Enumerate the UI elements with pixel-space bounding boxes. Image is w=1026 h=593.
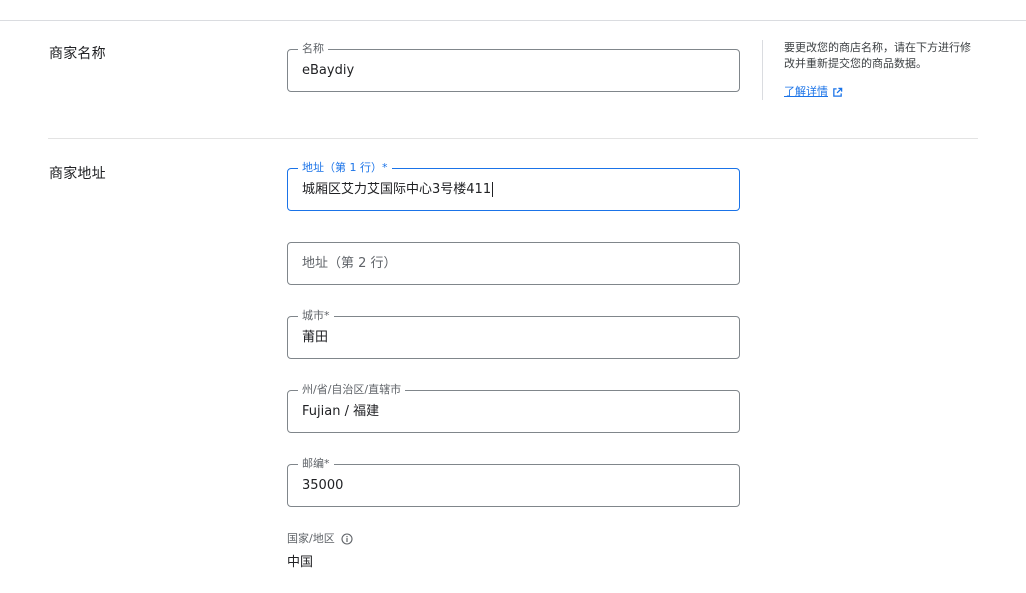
top-divider xyxy=(0,20,1026,21)
learn-more-link[interactable]: 了解详情 xyxy=(784,83,843,99)
city-field[interactable]: 城市* 莆田 xyxy=(287,309,740,359)
info-icon[interactable] xyxy=(341,533,353,545)
business-name-section-title: 商家名称 xyxy=(49,46,106,62)
learn-more-link-label: 了解详情 xyxy=(784,85,828,98)
external-link-icon xyxy=(833,87,843,97)
postal-code-input[interactable]: 35000 xyxy=(302,465,343,506)
address-line2-field[interactable]: 地址（第 2 行） xyxy=(287,242,740,285)
country-label: 国家/地区 xyxy=(287,532,335,545)
business-name-help: 要更改您的商店名称，请在下方进行修改并重新提交您的商品数据。 了解详情 xyxy=(762,40,983,100)
state-field[interactable]: 州/省/自治区/直辖市 Fujian / 福建 xyxy=(287,383,740,433)
business-name-help-text: 要更改您的商店名称，请在下方进行修改并重新提交您的商品数据。 xyxy=(784,41,971,70)
business-name-field[interactable]: 名称 eBaydiy xyxy=(287,42,740,92)
text-caret xyxy=(492,182,494,197)
address-line1-value: 城厢区艾力艾国际中心3号楼411 xyxy=(302,182,492,197)
country-value: 中国 xyxy=(287,555,314,570)
city-input[interactable]: 莆田 xyxy=(302,317,328,358)
business-address-section-title: 商家地址 xyxy=(49,166,106,182)
address-line2-input[interactable]: 地址（第 2 行） xyxy=(302,243,397,284)
address-line1-input[interactable]: 城厢区艾力艾国际中心3号楼411 xyxy=(302,169,494,210)
postal-code-field[interactable]: 邮编* 35000 xyxy=(287,457,740,507)
address-line1-field[interactable]: 地址（第 1 行）* 城厢区艾力艾国际中心3号楼411 xyxy=(287,161,740,211)
country-label-row: 国家/地区 xyxy=(287,530,353,546)
business-name-input[interactable]: eBaydiy xyxy=(302,50,354,91)
section-divider xyxy=(48,138,978,139)
state-input[interactable]: Fujian / 福建 xyxy=(302,391,379,432)
